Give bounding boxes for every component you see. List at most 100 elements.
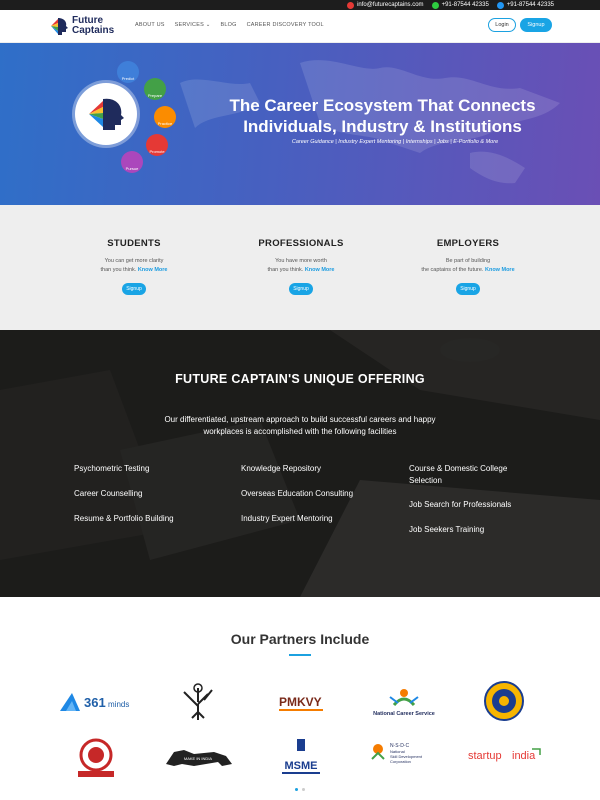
offering-item: Career Counselling bbox=[74, 489, 143, 498]
whatsapp-text: +91-87544 42335 bbox=[441, 2, 489, 8]
students-line1: You can get more clarity bbox=[104, 258, 164, 264]
mail-icon bbox=[347, 1, 355, 9]
logo-361-text: 361 bbox=[84, 695, 106, 710]
offering-column-3: Course & Domestic College Selection Job … bbox=[409, 463, 559, 536]
bubble-prepare-label: Prepare bbox=[147, 93, 163, 98]
bubble-promote-label: Promote bbox=[149, 149, 165, 154]
professionals-title: PROFESSIONALS bbox=[258, 238, 344, 249]
bubble-pursue-label: Pursue bbox=[125, 166, 139, 171]
profile-wheel bbox=[75, 83, 137, 145]
nav-blog[interactable]: BLOG bbox=[221, 22, 237, 28]
offering-title: FUTURE CAPTAIN'S UNIQUE OFFERING bbox=[175, 372, 425, 386]
whatsapp-icon bbox=[431, 1, 439, 9]
employers-signup-button[interactable]: Signup bbox=[456, 283, 480, 295]
employers-line2-wrap: the captains of the future. Know More bbox=[378, 266, 558, 275]
partner-logo-make-in-india: MAKE IN INDIA bbox=[164, 744, 234, 772]
top-contact-bar: info@futurecaptains.com +91-87544 42335 … bbox=[0, 0, 600, 10]
logo-ncs-graphic: National Career Service bbox=[373, 689, 435, 717]
partner-logo-nsdc: N·S·D·C National Skill Development Corpo… bbox=[368, 739, 434, 775]
logo-361minds-graphic: 361 minds bbox=[60, 693, 129, 711]
students-title: STUDENTS bbox=[107, 238, 161, 249]
partners-section: Our Partners Include 361 minds PMKVY Nat… bbox=[0, 597, 600, 800]
professionals-know-more-link[interactable]: Know More bbox=[305, 267, 335, 273]
offering-item: Job Search for Professionals bbox=[409, 500, 512, 509]
partner-logo-university bbox=[74, 737, 118, 779]
bubble-predict: Predict bbox=[117, 61, 139, 83]
professionals-line1: You have more worth bbox=[275, 258, 327, 264]
logo-nsdc-graphic: N·S·D·C National Skill Development Corpo… bbox=[371, 743, 423, 764]
logo-text: Future Captains bbox=[72, 16, 114, 36]
nav-career-discovery-tool[interactable]: CAREER DISCOVERY TOOL bbox=[247, 22, 324, 28]
offering-subtitle-line1: Our differentiated, upstream approach to… bbox=[164, 415, 436, 424]
logo-msme-graphic: MSME bbox=[282, 739, 320, 774]
students-card: STUDENTS You can get more clarity than y… bbox=[44, 238, 224, 295]
students-know-more-link[interactable]: Know More bbox=[138, 267, 168, 273]
login-button[interactable]: Login bbox=[488, 18, 516, 32]
bubble-prepare: Prepare bbox=[144, 78, 166, 100]
main-nav: Future Captains ABOUT US SERVICES ⌄ BLOG… bbox=[0, 10, 600, 43]
hero-title-line2: Individuals, Industry & Institutions bbox=[243, 117, 522, 136]
bubble-predict-label: Predict bbox=[121, 76, 135, 81]
logo-mark-icon bbox=[51, 18, 68, 35]
rotary-wheel-icon bbox=[484, 681, 524, 721]
logo-india-text: india bbox=[512, 750, 536, 762]
offering-item: Resume & Portfolio Building bbox=[74, 514, 174, 523]
hero-banner: Predict Prepare Practice Promote Pursue … bbox=[0, 43, 600, 205]
university-seal-icon bbox=[78, 738, 114, 777]
offering-column-1: Psychometric Testing Career Counselling … bbox=[74, 463, 224, 525]
offering-item: Overseas Education Consulting bbox=[241, 489, 354, 498]
offering-column-2: Knowledge Repository Overseas Education … bbox=[241, 463, 391, 525]
nav-services[interactable]: SERVICES ⌄ bbox=[175, 22, 211, 28]
offering-item: Job Seekers Training bbox=[409, 525, 485, 534]
whatsapp-contact[interactable]: +91-87544 42335 bbox=[431, 1, 489, 9]
audience-section: STUDENTS You can get more clarity than y… bbox=[0, 205, 600, 330]
logo-startup-india-graphic: startup india bbox=[468, 748, 541, 762]
employers-know-more-link[interactable]: Know More bbox=[485, 267, 515, 273]
logo-msme-text: MSME bbox=[285, 760, 318, 772]
students-signup-button[interactable]: Signup bbox=[122, 283, 146, 295]
site-logo[interactable]: Future Captains bbox=[49, 15, 114, 37]
hero-subtitle: Career Guidance | Industry Expert Mentor… bbox=[291, 139, 499, 145]
partner-logo-pmkvy: PMKVY bbox=[275, 691, 327, 715]
employers-card: EMPLOYERS Be part of building the captai… bbox=[378, 238, 558, 295]
logo-pmkvy-graphic: PMKVY bbox=[279, 695, 323, 711]
partner-logo-rotary bbox=[483, 680, 525, 722]
email-text: info@futurecaptains.com bbox=[357, 2, 424, 8]
professionals-signup-button[interactable]: Signup bbox=[289, 283, 313, 295]
head-profile-icon bbox=[89, 98, 124, 130]
nav-about-us[interactable]: ABOUT US bbox=[135, 22, 165, 28]
bubble-promote: Promote bbox=[146, 134, 168, 156]
employers-title: EMPLOYERS bbox=[436, 238, 500, 249]
offering-item-line2: Selection bbox=[409, 476, 442, 485]
chevron-down-icon: ⌄ bbox=[205, 22, 211, 28]
logo-mii-text: MAKE IN INDIA bbox=[184, 756, 213, 761]
phone-text: +91-87544 42335 bbox=[506, 2, 554, 8]
carousel-dot[interactable] bbox=[302, 788, 305, 791]
phone-icon bbox=[496, 1, 504, 9]
professionals-line2-wrap: than you think. Know More bbox=[211, 266, 391, 275]
partners-title: Our Partners Include bbox=[230, 631, 370, 647]
carousel-dot-active[interactable] bbox=[295, 788, 298, 791]
bubble-practice-label: Practice bbox=[157, 121, 173, 126]
email-contact[interactable]: info@futurecaptains.com bbox=[347, 1, 424, 9]
offering-item-line1: Course & Domestic College bbox=[409, 464, 508, 473]
carousel-dots bbox=[295, 788, 305, 791]
partner-logo-startup-india: startup india bbox=[466, 745, 544, 767]
phone-contact[interactable]: +91-87544 42335 bbox=[496, 1, 554, 9]
partner-logo-361minds: 361 minds bbox=[58, 689, 138, 715]
partner-logo-msme: MSME bbox=[280, 737, 322, 777]
hero-title-line1: The Career Ecosystem That Connects bbox=[229, 96, 536, 115]
logo-minds-text: minds bbox=[108, 700, 129, 709]
hero-title: The Career Ecosystem That Connects Indiv… bbox=[215, 95, 550, 137]
title-underline bbox=[289, 654, 311, 656]
signup-button[interactable]: Signup bbox=[520, 18, 552, 32]
logo-line2: Captains bbox=[72, 25, 115, 36]
logo-startup-text: startup bbox=[468, 750, 502, 762]
offering-item: Industry Expert Mentoring bbox=[241, 514, 333, 523]
logo-pmkvy-text: PMKVY bbox=[279, 695, 322, 709]
offering-item: Psychometric Testing bbox=[74, 464, 150, 473]
students-line2: than you think. bbox=[100, 267, 137, 273]
tree-icon bbox=[183, 683, 213, 720]
nav-menu: ABOUT US SERVICES ⌄ BLOG CAREER DISCOVER… bbox=[135, 22, 324, 28]
professionals-card: PROFESSIONALS You have more worth than y… bbox=[211, 238, 391, 295]
